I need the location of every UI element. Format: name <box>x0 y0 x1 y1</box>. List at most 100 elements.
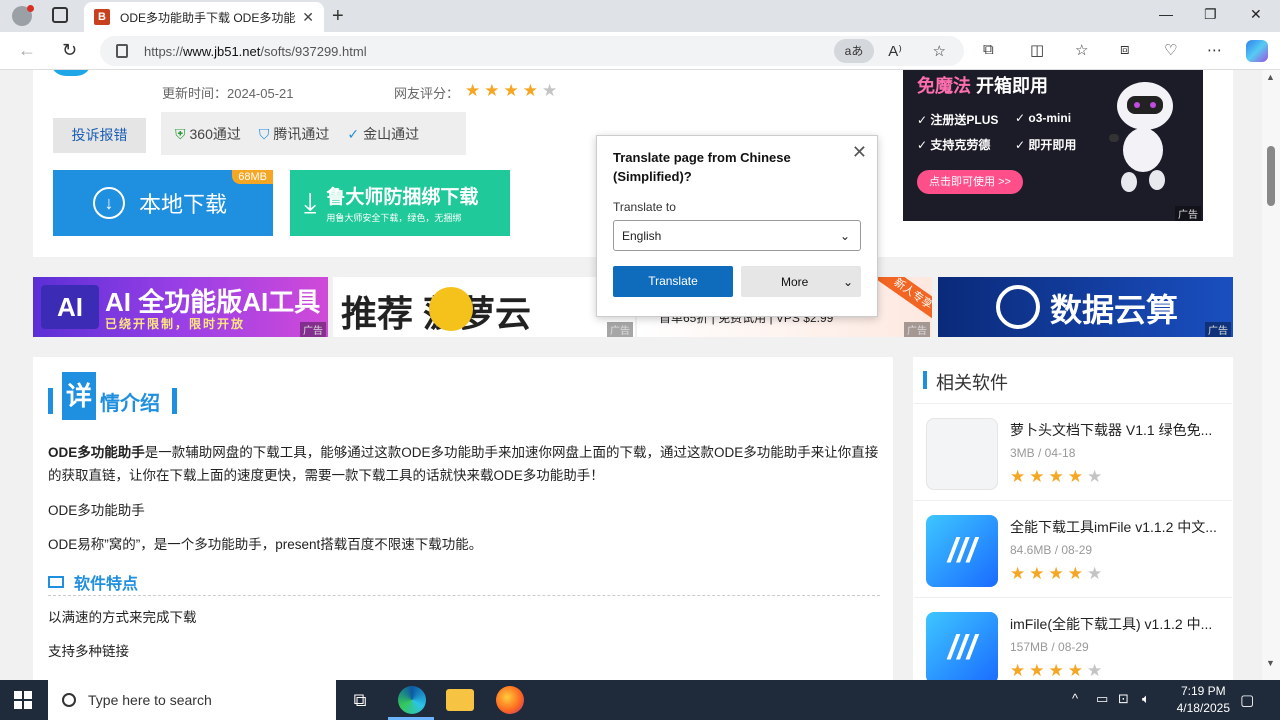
browser-titlebar: B ODE多功能助手下载 ODE多功能助手 ✕ + — ❐ ✕ <box>0 0 1280 32</box>
search-icon <box>62 693 76 707</box>
browser-tab[interactable]: B ODE多功能助手下载 ODE多功能助手 ✕ <box>84 2 324 32</box>
section-title: 情介绍 <box>100 393 160 415</box>
pineapple-icon <box>429 287 473 331</box>
page-scrollbar[interactable]: ▲ ▼ <box>1262 70 1280 680</box>
related-item[interactable]: /// 全能下载工具imFile v1.1.2 中文... 84.6MB / 0… <box>914 500 1232 597</box>
tab-close-icon[interactable]: ✕ <box>302 9 314 26</box>
translate-page-icon[interactable]: aあ <box>834 39 874 63</box>
collections-icon[interactable]: ⧈ <box>1120 41 1130 58</box>
list-icon <box>48 575 64 588</box>
windows-start-icon[interactable] <box>14 691 32 709</box>
translate-popup-title: Translate page from Chinese (Simplified)… <box>613 150 791 184</box>
task-view-icon[interactable]: ⧉ <box>346 686 374 714</box>
paragraph-3: ODE易称”窝的”，是一个多功能助手，present搭载百度不限速下载功能。 <box>48 537 483 552</box>
scroll-up-icon[interactable]: ▲ <box>1266 72 1275 82</box>
rating-label: 网友评分： <box>394 86 460 101</box>
more-button[interactable]: More ⌄ <box>741 266 861 297</box>
security-verification: ⛨ 360通过 ⛉ 腾讯通过 ✓ 金山通过 <box>161 112 466 155</box>
section-title-initial: 详 <box>62 372 96 420</box>
favorites-icon[interactable]: ☆ <box>1075 41 1088 59</box>
window-close-icon[interactable]: ✕ <box>1250 6 1262 23</box>
related-item[interactable]: /// imFile(全能下载工具) v1.1.2 中... 157MB / 0… <box>914 597 1232 680</box>
ad-label: 广告 <box>1175 206 1201 221</box>
windows-taskbar: Type here to search ⧉ ^ ▭ ⊡ 🔈︎ 7:19 PM 4… <box>0 680 1280 720</box>
read-aloud-icon[interactable]: A⁾ <box>888 42 902 60</box>
checkmark-icon: ✓ <box>347 125 360 142</box>
report-error-button[interactable]: 投诉报错 <box>53 118 146 153</box>
star-icon: ★ <box>542 81 558 100</box>
ludashi-download-button[interactable]: ⤓ 鲁大师防捆绑下载 用鲁大师安全下载，绿色，无捆绑 <box>290 170 510 236</box>
local-download-button[interactable]: ↓ 本地下载 68MB <box>53 170 273 236</box>
volume-icon[interactable]: 🔈︎ <box>1142 691 1150 707</box>
intro-paragraph: ODE多功能助手是一款辅助网盘的下载工具，能够通过这款ODE多功能助手来加速你网… <box>48 445 879 483</box>
performance-icon[interactable]: ♡ <box>1164 41 1177 59</box>
imfile-app-icon: /// <box>926 515 998 587</box>
banner-shuju-yunsuan[interactable]: 数据云算 广告 <box>938 277 1233 337</box>
chevron-down-icon: ⌄ <box>842 274 853 289</box>
banner-ai-tools[interactable]: AI AI 全功能版AI工具 已绕开限制，限时开放 广告 <box>33 277 328 337</box>
address-toolbar: ← ↻ https://www.jb51.net/softs/937299.ht… <box>0 32 1280 70</box>
shield-icon: ⛉ <box>258 125 270 142</box>
popup-close-icon[interactable]: ✕ <box>852 142 867 163</box>
features-heading: 软件特点 <box>48 568 880 596</box>
copilot-icon[interactable] <box>1246 40 1268 62</box>
split-screen-icon[interactable]: ◫ <box>1030 41 1044 59</box>
network-icon[interactable]: ⊡ <box>1118 691 1129 707</box>
chevron-down-icon: ⌄ <box>839 228 850 243</box>
language-select[interactable]: English ⌄ <box>613 220 861 251</box>
extensions-icon[interactable]: ⧉ <box>983 41 994 58</box>
taskbar-search[interactable]: Type here to search <box>48 680 336 720</box>
star-icon: ★ <box>503 81 519 100</box>
verify-kingsoft: ✓ 金山通过 <box>347 125 420 142</box>
edge-app-icon[interactable] <box>398 686 426 714</box>
settings-more-icon[interactable]: ⋯ <box>1207 41 1222 59</box>
notification-icon[interactable]: ▢ <box>1240 691 1254 709</box>
robot-mascot-icon <box>1109 82 1173 192</box>
star-icon: ★ <box>484 81 500 100</box>
app-thumbnail <box>926 418 998 490</box>
refresh-icon[interactable]: ↻ <box>62 40 77 61</box>
download-icon: ↓ <box>93 187 125 219</box>
cloud-logo-icon <box>996 285 1040 329</box>
star-icon: ★ <box>522 81 538 100</box>
minimize-icon[interactable]: — <box>1159 6 1173 22</box>
imfile-app-icon: /// <box>926 612 998 680</box>
tab-actions-icon[interactable] <box>52 7 68 23</box>
battery-icon[interactable]: ▭ <box>1096 691 1108 707</box>
top-right-ad[interactable]: 免魔法 开箱即用 ✓ 注册送PLUS ✓ o3-mini ✓ 支持克劳德 ✓ 即… <box>903 70 1203 221</box>
download-tray-icon: ⤓ <box>304 186 317 218</box>
tray-chevron-icon[interactable]: ^ <box>1072 691 1078 706</box>
firefox-icon[interactable] <box>496 686 524 714</box>
lock-icon[interactable] <box>116 44 128 58</box>
related-item[interactable]: 萝卜头文档下载器 V1.1 绿色免... 3MB / 04-18 ★ ★ ★ ★ ★ <box>914 403 1232 500</box>
sidebar-title: 相关软件 <box>936 373 1008 393</box>
rating-stars: ★ ★ ★ ★ ★ <box>1010 564 1103 583</box>
verify-tencent: ⛉ 腾讯通过 <box>258 125 330 142</box>
scroll-thumb[interactable] <box>1267 146 1275 206</box>
profile-avatar-icon[interactable] <box>12 5 34 26</box>
star-icon: ★ <box>465 81 481 100</box>
favorite-star-icon[interactable]: ☆ <box>933 42 946 60</box>
update-time: 更新时间：2024-05-21 <box>162 86 294 101</box>
translate-to-label: Translate to <box>613 200 676 214</box>
feature-1: 以满速的方式来完成下载 <box>48 610 197 625</box>
paragraph-2: ODE多功能助手 <box>48 503 145 518</box>
address-bar[interactable]: https://www.jb51.net/softs/937299.html a… <box>100 36 964 66</box>
scroll-down-icon[interactable]: ▼ <box>1266 658 1275 668</box>
url-text[interactable]: https://www.jb51.net/softs/937299.html <box>144 44 367 59</box>
restore-icon[interactable]: ❐ <box>1204 6 1217 23</box>
translate-button[interactable]: Translate <box>613 266 733 297</box>
shield-check-icon: ⛨ <box>175 125 186 142</box>
site-favicon-icon: B <box>94 9 110 25</box>
ad-cta-button[interactable]: 点击即可使用 >> <box>917 170 1023 194</box>
back-icon[interactable]: ← <box>18 40 36 61</box>
banner-boluoyun[interactable]: 推荐 菠萝云 广告 <box>333 277 635 337</box>
file-size-badge: 68MB <box>232 170 273 184</box>
new-tab-icon[interactable]: + <box>332 5 344 28</box>
file-explorer-icon[interactable] <box>446 689 474 711</box>
web-page: 更新时间：2024-05-21 网友评分： ★ ★ ★ ★ ★ 投诉报错 ⛨ 36… <box>0 70 1262 680</box>
tab-title: ODE多功能助手下载 ODE多功能助手 <box>120 10 296 25</box>
translate-popup: Translate page from Chinese (Simplified)… <box>596 135 878 317</box>
feature-2: 支持多种链接 <box>48 644 129 659</box>
system-clock[interactable]: 7:19 PM 4/18/2025 <box>1177 683 1230 717</box>
